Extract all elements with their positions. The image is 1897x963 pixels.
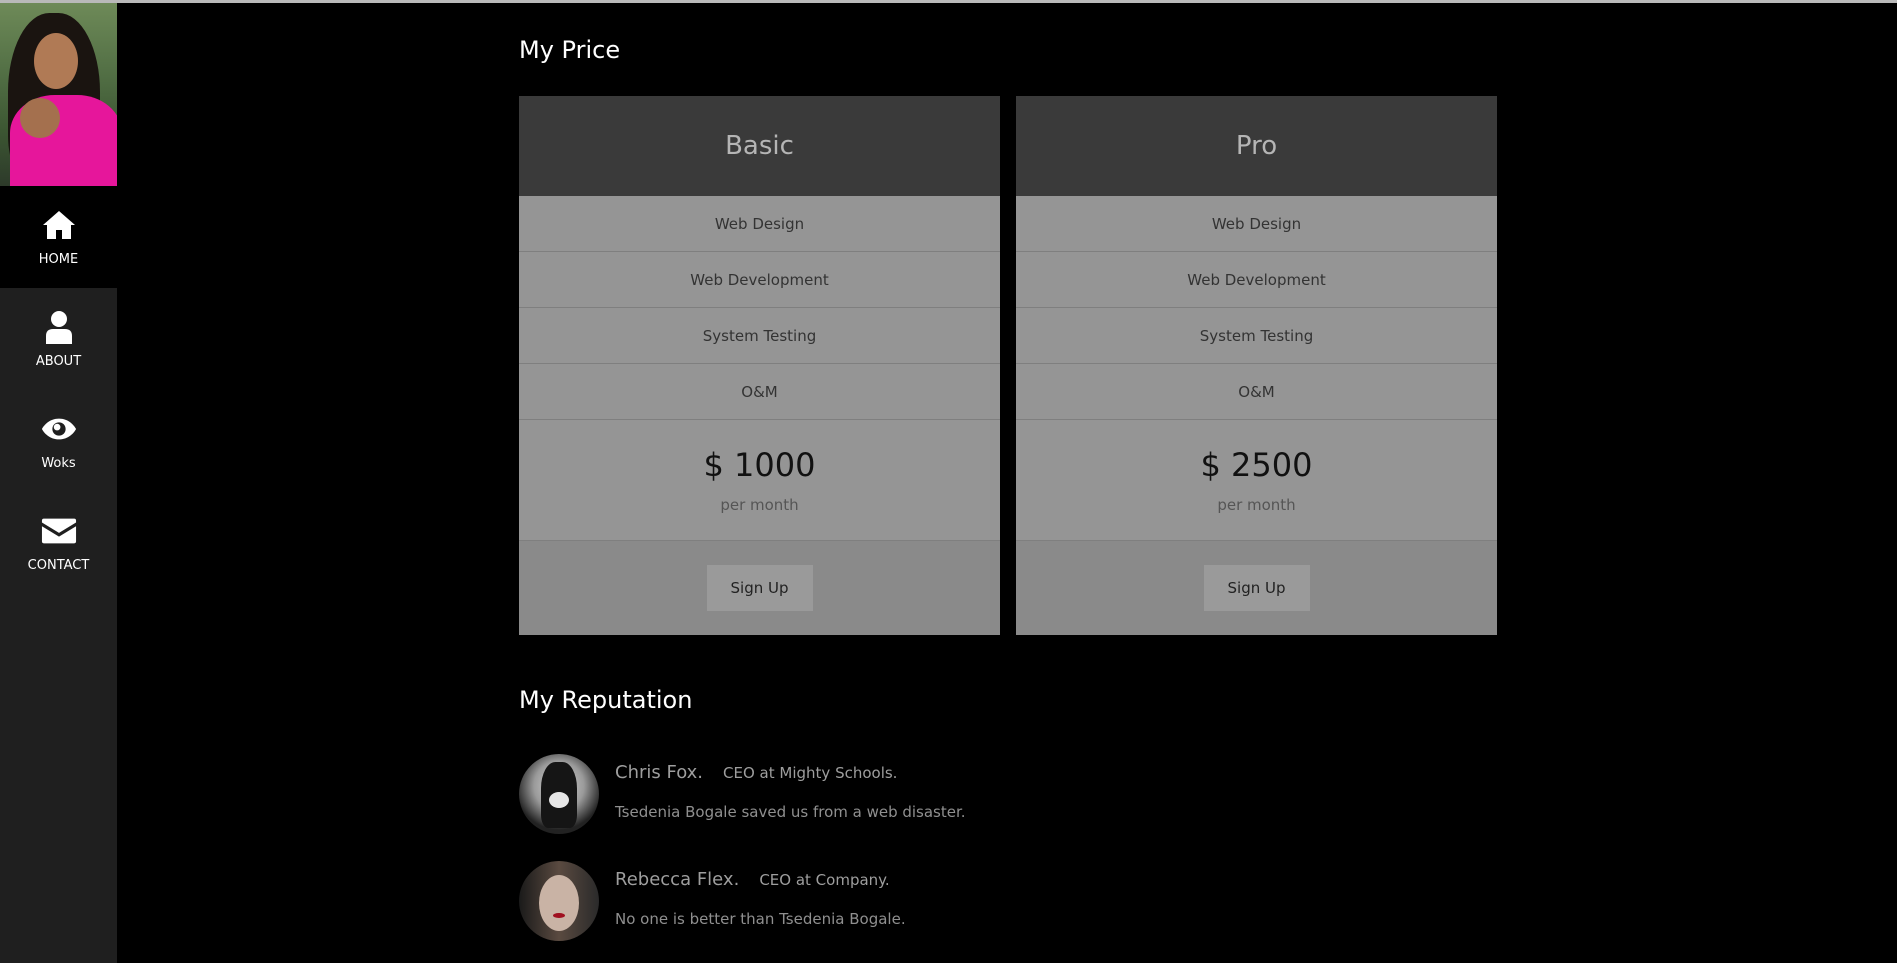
pricing-title: My Price [519, 36, 621, 64]
plan-name: Basic [519, 96, 1000, 196]
plan-name: Pro [1016, 96, 1497, 196]
plan-feature: Web Development [1016, 252, 1497, 308]
reputation-title: My Reputation [519, 686, 693, 714]
envelope-icon [41, 518, 76, 543]
reviewer-avatar [519, 861, 599, 941]
user-icon [45, 310, 72, 344]
sidebar-item-label: ABOUT [35, 353, 82, 369]
plan-feature: Web Design [1016, 196, 1497, 252]
sidebar-item-about[interactable]: ABOUT [0, 288, 117, 390]
pricing-card-basic: Basic Web Design Web Development System … [519, 96, 1000, 635]
home-icon [42, 210, 75, 239]
sidebar-item-label: Woks [41, 455, 76, 471]
plan-price-box: $ 2500 per month [1016, 420, 1497, 541]
sidebar-item-contact[interactable]: CONTACT [0, 492, 117, 594]
sign-up-button[interactable]: Sign Up [1203, 565, 1310, 611]
plan-price: $ 1000 [703, 446, 816, 484]
plan-feature: Web Design [519, 196, 1000, 252]
review-item: Rebecca Flex. CEO at Company. No one is … [519, 861, 906, 941]
plan-period: per month [1217, 496, 1296, 514]
review-quote: Tsedenia Bogale saved us from a web disa… [615, 803, 966, 821]
reviewer-role: CEO at Mighty Schools. [723, 764, 898, 782]
plan-period: per month [720, 496, 799, 514]
plan-feature: System Testing [1016, 308, 1497, 364]
reviewer-avatar [519, 754, 599, 834]
reviewer-name: Rebecca Flex. [615, 869, 740, 890]
review-item: Chris Fox. CEO at Mighty Schools. Tseden… [519, 754, 966, 834]
eye-icon [41, 418, 76, 439]
sidebar: HOME ABOUT Woks CONTACT [0, 3, 117, 963]
sidebar-item-home[interactable]: HOME [0, 186, 117, 288]
plan-price-box: $ 1000 per month [519, 420, 1000, 541]
reviewer-name: Chris Fox. [615, 762, 704, 783]
plan-feature: Web Development [519, 252, 1000, 308]
reviewer-role: CEO at Company. [759, 871, 890, 889]
profile-photo [0, 3, 117, 186]
sidebar-item-label: CONTACT [27, 557, 90, 573]
review-quote: No one is better than Tsedenia Bogale. [615, 910, 906, 928]
plan-feature: System Testing [519, 308, 1000, 364]
sign-up-button[interactable]: Sign Up [706, 565, 813, 611]
pricing-card-pro: Pro Web Design Web Development System Te… [1016, 96, 1497, 635]
top-border [0, 0, 1897, 3]
plan-price: $ 2500 [1200, 446, 1313, 484]
plan-feature: O&M [519, 364, 1000, 420]
plan-footer: Sign Up [1016, 541, 1497, 635]
plan-feature: O&M [1016, 364, 1497, 420]
plan-footer: Sign Up [519, 541, 1000, 635]
sidebar-item-label: HOME [38, 251, 79, 267]
sidebar-item-works[interactable]: Woks [0, 390, 117, 492]
